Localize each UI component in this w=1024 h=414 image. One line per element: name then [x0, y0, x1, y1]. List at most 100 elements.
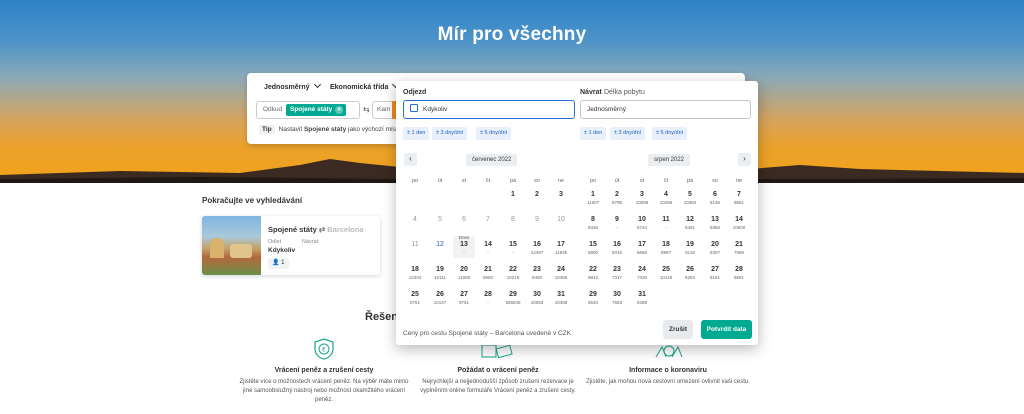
calendar-day[interactable]: 16 12497	[526, 236, 548, 258]
remove-chip-icon[interactable]: ×	[335, 106, 344, 114]
calendar-day: 6	[453, 211, 475, 233]
calendar-day[interactable]: 23 7317	[606, 261, 628, 283]
day-price: -	[487, 250, 489, 255]
calendar-day[interactable]: 12 9451	[679, 211, 701, 233]
calendar-day[interactable]: 26 10147	[429, 286, 451, 308]
calendar-day[interactable]: 26 9284	[679, 261, 701, 283]
calendar-day[interactable]: 21 7086	[728, 236, 750, 258]
calendar-day[interactable]: 25 9751	[404, 286, 426, 308]
calendar-day[interactable]: 14 10600	[728, 211, 750, 233]
trip-type-select[interactable]: Jednosměrný	[264, 80, 321, 91]
day-number: 28	[735, 266, 743, 273]
depart-flex-5[interactable]: ± 5 dny/dní	[476, 127, 512, 140]
calendar-day[interactable]: 9-	[606, 211, 628, 233]
calendar-day[interactable]: Dnes 13 -	[453, 235, 475, 258]
calendar-day[interactable]: 27 9751	[453, 286, 475, 308]
calendar-day[interactable]: 17 6668	[631, 236, 653, 258]
calendar-day[interactable]: 24 10486	[550, 261, 572, 283]
calendar-day[interactable]: 28 9681	[728, 261, 750, 283]
calendar-day[interactable]: 6 8136	[704, 186, 726, 208]
calendar-day: 10	[550, 211, 572, 233]
return-flex-3[interactable]: ± 3 dny/dní	[610, 127, 646, 140]
calendar-day[interactable]: 18 12334	[404, 261, 426, 283]
calendar-day[interactable]: 20 8307	[704, 236, 726, 258]
return-flex-5[interactable]: ± 5 dny/dní	[652, 127, 688, 140]
calendar-day[interactable]: 11 -	[655, 211, 677, 233]
calendar-day[interactable]: 23 9460	[526, 261, 548, 283]
calendar-day[interactable]: 27 8161	[704, 261, 726, 283]
destination-label: Kam	[377, 106, 391, 113]
calendar-day[interactable]: 10 8744	[631, 211, 653, 233]
calendar-day[interactable]: 16 5016	[606, 236, 628, 258]
day-number: 6	[713, 191, 717, 198]
next-month-button[interactable]: ›	[738, 153, 751, 166]
depart-flex-3[interactable]: ± 3 dny/dní	[432, 127, 468, 140]
day-price: 8744	[636, 225, 647, 230]
calendar-day[interactable]: 13 9360	[704, 211, 726, 233]
feature-refunds: Vrácení peněz a zrušení cesty Zjistěte v…	[234, 367, 414, 405]
day-price: 555849	[505, 300, 521, 305]
calendar-day[interactable]: 29 555849	[502, 286, 524, 308]
calendar-day[interactable]: 22 6842	[582, 261, 604, 283]
origin-chip: Spojené státy ×	[286, 104, 347, 116]
passenger-count: 👤 1	[268, 258, 289, 269]
origin-field[interactable]: Odkud Spojené státy ×	[256, 101, 360, 119]
calendar-day[interactable]: 8 9336	[582, 211, 604, 233]
calendar-day[interactable]: 28 -	[477, 286, 499, 308]
cabin-class-select[interactable]: Ekonomická třída	[330, 80, 400, 91]
calendar-day[interactable]: 20 11085	[453, 261, 475, 283]
calendar-day[interactable]: 19 10111	[429, 261, 451, 283]
calendar-day[interactable]: 30 7683	[606, 286, 628, 308]
calendar-day[interactable]: 25 10119	[655, 261, 677, 283]
calendar-day[interactable]: 19 9118	[679, 236, 701, 258]
prev-month-button[interactable]: ‹	[404, 153, 417, 166]
return-date-input[interactable]: Jednosměrný	[580, 100, 751, 119]
calendar-day[interactable]: 3 10598	[631, 186, 653, 208]
calendar-day[interactable]: 22 10219	[502, 261, 524, 283]
calendar-day[interactable]: 1 11607	[582, 186, 604, 208]
calendar-day[interactable]: 2	[526, 186, 548, 208]
calendar-day[interactable]: 29 5640	[582, 286, 604, 308]
calendar-day[interactable]: 14 -	[477, 236, 499, 258]
day-number: 15	[589, 241, 597, 248]
depart-flex-1[interactable]: ± 1 den	[403, 127, 430, 140]
depart-date-input[interactable]: Kdykoliv	[403, 100, 575, 119]
cancel-button[interactable]: Zrušit	[663, 320, 693, 339]
calendar-day[interactable]: 2 8798	[606, 186, 628, 208]
calendar-day[interactable]: 21 9560	[477, 261, 499, 283]
day-price: 5640	[587, 300, 598, 305]
calendar-day[interactable]: 7 9681	[728, 186, 750, 208]
feature-title[interactable]: Informace o koronaviru	[578, 367, 758, 374]
day-number: 2	[615, 191, 619, 198]
return-flex-1[interactable]: ± 1 den	[580, 127, 607, 140]
calendar-day[interactable]: 1	[502, 186, 524, 208]
calendar-day[interactable]: 5 10384	[679, 186, 701, 208]
calendar-day[interactable]: 31 10458	[550, 286, 572, 308]
tab-stay-length[interactable]: Délka pobytu	[604, 89, 645, 96]
day-number: 5	[688, 191, 692, 198]
swap-icon[interactable]: ⇆	[363, 105, 370, 114]
calendar-day[interactable]: 30 10083	[526, 286, 548, 308]
calendar-day[interactable]: 18 8997	[655, 236, 677, 258]
day-price: 10147	[433, 300, 447, 305]
confirm-dates-button[interactable]: Potvrdit data	[701, 320, 752, 339]
day-number: 17	[638, 241, 646, 248]
day-price: 8161	[709, 275, 720, 280]
calendar-day[interactable]: 15 -	[502, 236, 524, 258]
calendar-day[interactable]: 31 8398	[631, 286, 653, 308]
weekday-label: ne	[557, 178, 565, 184]
day-price: 8997	[660, 250, 671, 255]
calendar-day[interactable]: 12	[429, 236, 451, 258]
feature-title[interactable]: Požádat o vrácení peněz	[408, 367, 588, 374]
day-number: 12	[686, 216, 694, 223]
recent-search-card[interactable]: Spojené státy ⇄ Barcelona Odlet Návrat K…	[202, 216, 380, 275]
calendar-day[interactable]: 4 10486	[655, 186, 677, 208]
day-number: 30	[533, 291, 541, 298]
day-number: 31	[557, 291, 565, 298]
day-number: 16	[533, 241, 541, 248]
calendar-day[interactable]: 17 11835	[550, 236, 572, 258]
calendar-day[interactable]: 24 7330	[631, 261, 653, 283]
day-price: 9460	[531, 275, 542, 280]
calendar-day[interactable]: 3	[550, 186, 572, 208]
calendar-day[interactable]: 15 5800	[582, 236, 604, 258]
